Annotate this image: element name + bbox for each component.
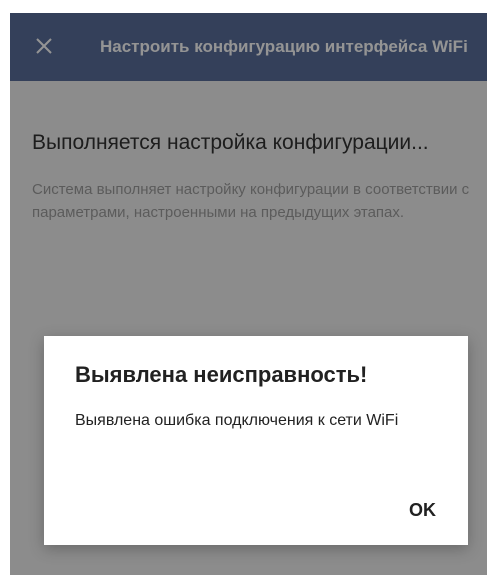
error-dialog: Выявлена неисправность! Выявлена ошибка … bbox=[44, 336, 468, 545]
dialog-title: Выявлена неисправность! bbox=[75, 362, 368, 387]
ok-button[interactable]: OK bbox=[403, 496, 442, 525]
dialog-message: Выявлена ошибка подключения к сети WiFi bbox=[75, 412, 399, 429]
app-screen: Настроить конфигурацию интерфейса WiFi В… bbox=[10, 13, 487, 575]
